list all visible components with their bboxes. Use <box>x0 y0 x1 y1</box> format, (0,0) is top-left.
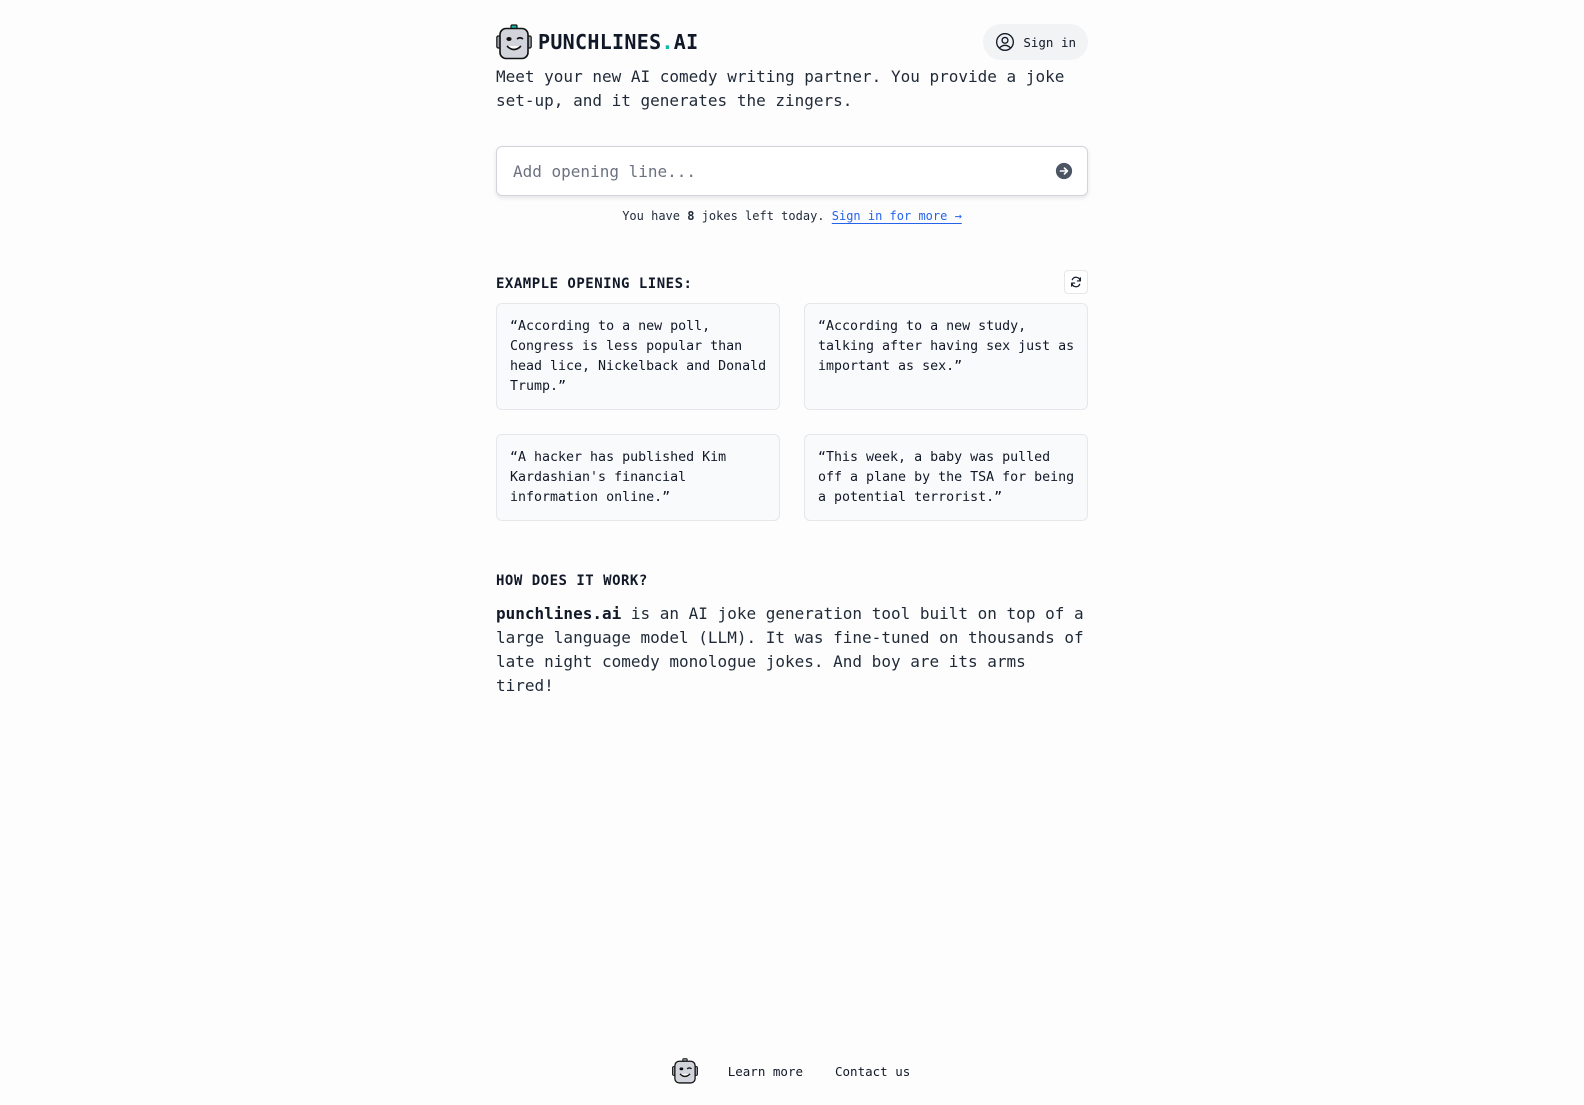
examples-grid: “According to a new poll, Congress is le… <box>496 303 1088 521</box>
quota-suffix: jokes left today. <box>694 209 832 223</box>
example-card[interactable]: “According to a new poll, Congress is le… <box>496 303 780 410</box>
logo-link[interactable]: PUNCHLINES.AI <box>496 24 698 60</box>
learn-more-link[interactable]: Learn more <box>728 1064 803 1079</box>
footer-inner: Learn more Contact us <box>671 1058 910 1084</box>
refresh-examples-button[interactable] <box>1064 270 1088 294</box>
robot-logo-icon[interactable] <box>671 1058 698 1084</box>
contact-us-link[interactable]: Contact us <box>835 1064 910 1079</box>
brand-mention: punchlines.ai <box>496 604 622 623</box>
example-card[interactable]: “According to a new study, talking after… <box>804 303 1088 410</box>
refresh-icon <box>1071 276 1081 288</box>
how-it-works-heading: HOW DOES IT WORK? <box>496 573 648 589</box>
opening-line-input[interactable] <box>497 147 1054 195</box>
header: PUNCHLINES.AI Sign in <box>496 24 1088 60</box>
robot-logo-icon <box>496 24 532 60</box>
submit-button[interactable] <box>1054 161 1074 181</box>
example-card[interactable]: “A hacker has published Kim Kardashian's… <box>496 434 780 521</box>
how-it-works-text: punchlines.ai is an AI joke generation t… <box>496 602 1088 698</box>
jokes-quota: You have 8 jokes left today. Sign in for… <box>496 209 1088 223</box>
example-card[interactable]: “This week, a baby was pulled off a plan… <box>804 434 1088 521</box>
brand-name: PUNCHLINES.AI <box>538 30 699 54</box>
quota-prefix: You have <box>622 209 688 223</box>
examples-heading: EXAMPLE OPENING LINES: <box>496 276 693 292</box>
arrow-right-circle-icon <box>1055 162 1073 180</box>
tagline: Meet your new AI comedy writing partner.… <box>496 67 1065 110</box>
sign-in-for-more-link[interactable]: Sign in for more → <box>832 209 962 223</box>
page: PUNCHLINES.AI Sign in Meet your new AI c… <box>0 0 1584 1105</box>
footer: Learn more Contact us <box>0 1058 1584 1084</box>
user-circle-icon <box>996 33 1015 51</box>
opening-line-form <box>496 146 1088 196</box>
sign-in-label: Sign in <box>1023 34 1076 50</box>
sign-in-button[interactable]: Sign in <box>983 24 1088 60</box>
